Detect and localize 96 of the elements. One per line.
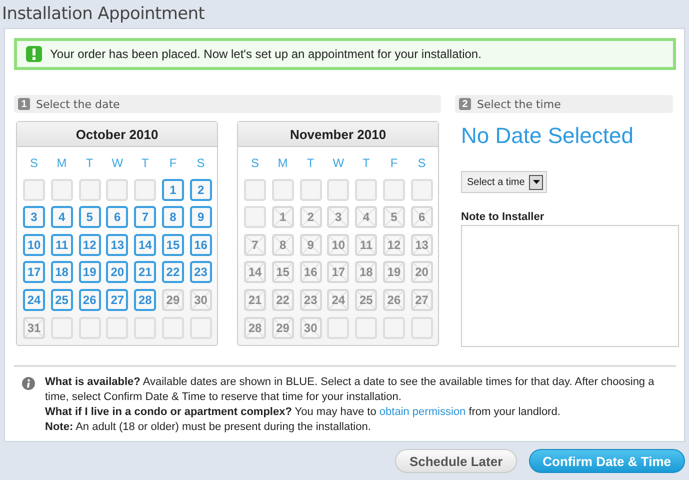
time-dropdown[interactable]: Select a time [461, 171, 547, 193]
weekday-label: W [110, 155, 124, 172]
unavailable-date: 8 [272, 234, 294, 256]
available-date[interactable]: 4 [50, 206, 73, 228]
weekday-label: S [416, 155, 427, 172]
available-date[interactable]: 28 [134, 288, 156, 311]
weekday-label: W [332, 155, 346, 172]
caret-icon [532, 180, 540, 184]
unavailable-date: 31 [23, 316, 45, 339]
available-date[interactable]: 26 [78, 288, 101, 311]
month-title: November 2010 [238, 122, 438, 147]
available-date[interactable]: 16 [190, 234, 212, 256]
available-date[interactable]: 10 [23, 234, 45, 256]
available-date[interactable]: 1 [162, 178, 184, 201]
unavailable-date: 27 [410, 288, 433, 311]
available-date[interactable]: 9 [190, 206, 212, 228]
unavailable-date: 15 [272, 261, 294, 284]
weekday-label: T [306, 155, 316, 172]
unavailable-date: 1 [272, 206, 294, 228]
info-icon [22, 377, 35, 390]
weekday-label: F [168, 155, 178, 172]
month-title: October 2010 [17, 122, 217, 147]
weekday-label: T [84, 155, 94, 172]
step-number: 1 [18, 98, 30, 110]
available-date[interactable]: 8 [162, 206, 184, 228]
unavailable-date: 13 [410, 234, 433, 256]
available-date[interactable]: 2 [190, 178, 212, 201]
available-date[interactable]: 18 [50, 261, 73, 284]
exclamation-icon [26, 46, 42, 62]
available-date[interactable]: 22 [162, 261, 184, 284]
unavailable-date: 30 [300, 316, 322, 339]
note-field[interactable] [461, 225, 679, 347]
unavailable-date: 29 [272, 316, 294, 339]
weekday-label: T [140, 155, 150, 172]
page-title: Installation Appointment [2, 4, 206, 26]
available-date[interactable]: 24 [23, 288, 45, 311]
unavailable-date: 23 [300, 288, 322, 311]
section-label: Select the date [36, 98, 120, 110]
weekday-label: M [56, 155, 68, 172]
weekday-label: S [28, 155, 39, 172]
available-date[interactable]: 27 [106, 288, 128, 311]
unavailable-date: 4 [355, 206, 378, 228]
confirm-button[interactable]: Confirm Date & Time [528, 449, 685, 473]
available-date[interactable]: 25 [50, 288, 73, 311]
unavailable-date: 18 [355, 261, 378, 284]
available-date[interactable]: 17 [23, 261, 45, 284]
available-date[interactable]: 14 [134, 234, 156, 256]
weekday-label: M [276, 155, 289, 172]
available-date[interactable]: 23 [190, 261, 212, 284]
available-date[interactable]: 21 [134, 261, 156, 284]
available-date[interactable]: 3 [23, 206, 45, 228]
available-date[interactable]: 7 [134, 206, 156, 228]
step-number: 2 [459, 98, 471, 110]
permission-link[interactable]: obtain permission [379, 406, 466, 418]
selected-date: No Date Selected [461, 123, 634, 149]
unavailable-date: 6 [410, 206, 433, 228]
unavailable-date: 2 [300, 206, 322, 228]
info-text: What if I live in a condo or apartment complex? You may have to obtain permission from your landlord. [45, 405, 562, 420]
unavailable-date: 21 [244, 288, 266, 311]
banner-text: Your order has been placed. Now let's set up an appointment for your installation. [50, 47, 482, 61]
unavailable-date: 7 [244, 234, 266, 256]
unavailable-date: 11 [355, 234, 378, 256]
available-date[interactable]: 20 [106, 261, 128, 284]
info-text: What is available? Available dates are shown in BLUE. Select a date to see the available times for that day. After choosing a time, select Confirm Date & Time to reserve that time for your installation. [45, 375, 656, 405]
available-date[interactable]: 11 [50, 234, 73, 256]
available-date[interactable]: 19 [78, 261, 101, 284]
unavailable-date: 3 [327, 206, 350, 228]
unavailable-date: 12 [382, 234, 405, 256]
weekday-label: S [250, 155, 260, 172]
unavailable-date: 25 [355, 288, 378, 311]
weekday-label: T [362, 155, 371, 172]
unavailable-date: 14 [244, 261, 266, 284]
available-date[interactable]: 6 [106, 206, 128, 228]
weekday-label: F [389, 155, 399, 172]
section-label: Select the time [477, 98, 561, 110]
available-date[interactable]: 5 [78, 206, 101, 228]
unavailable-date: 29 [162, 288, 184, 311]
unavailable-date: 30 [190, 288, 212, 311]
available-date[interactable]: 15 [162, 234, 184, 256]
unavailable-date: 19 [382, 261, 405, 284]
unavailable-date: 5 [382, 206, 405, 228]
note-label: Note to Installer [461, 211, 546, 223]
unavailable-date: 16 [300, 261, 322, 284]
unavailable-date: 20 [410, 261, 433, 284]
available-date[interactable]: 13 [106, 234, 128, 256]
info-text: Note: An adult (18 or older) must be present during the installation. [45, 420, 372, 435]
unavailable-date: 24 [327, 288, 350, 311]
unavailable-date: 17 [327, 261, 350, 284]
unavailable-date: 26 [382, 288, 405, 311]
weekday-label: S [196, 155, 206, 172]
unavailable-date: 22 [272, 288, 294, 311]
unavailable-date: 9 [300, 234, 322, 256]
unavailable-date: 28 [244, 316, 266, 339]
available-date[interactable]: 12 [78, 234, 101, 256]
schedule-later-button[interactable]: Schedule Later [395, 449, 517, 473]
unavailable-date: 10 [327, 234, 350, 256]
